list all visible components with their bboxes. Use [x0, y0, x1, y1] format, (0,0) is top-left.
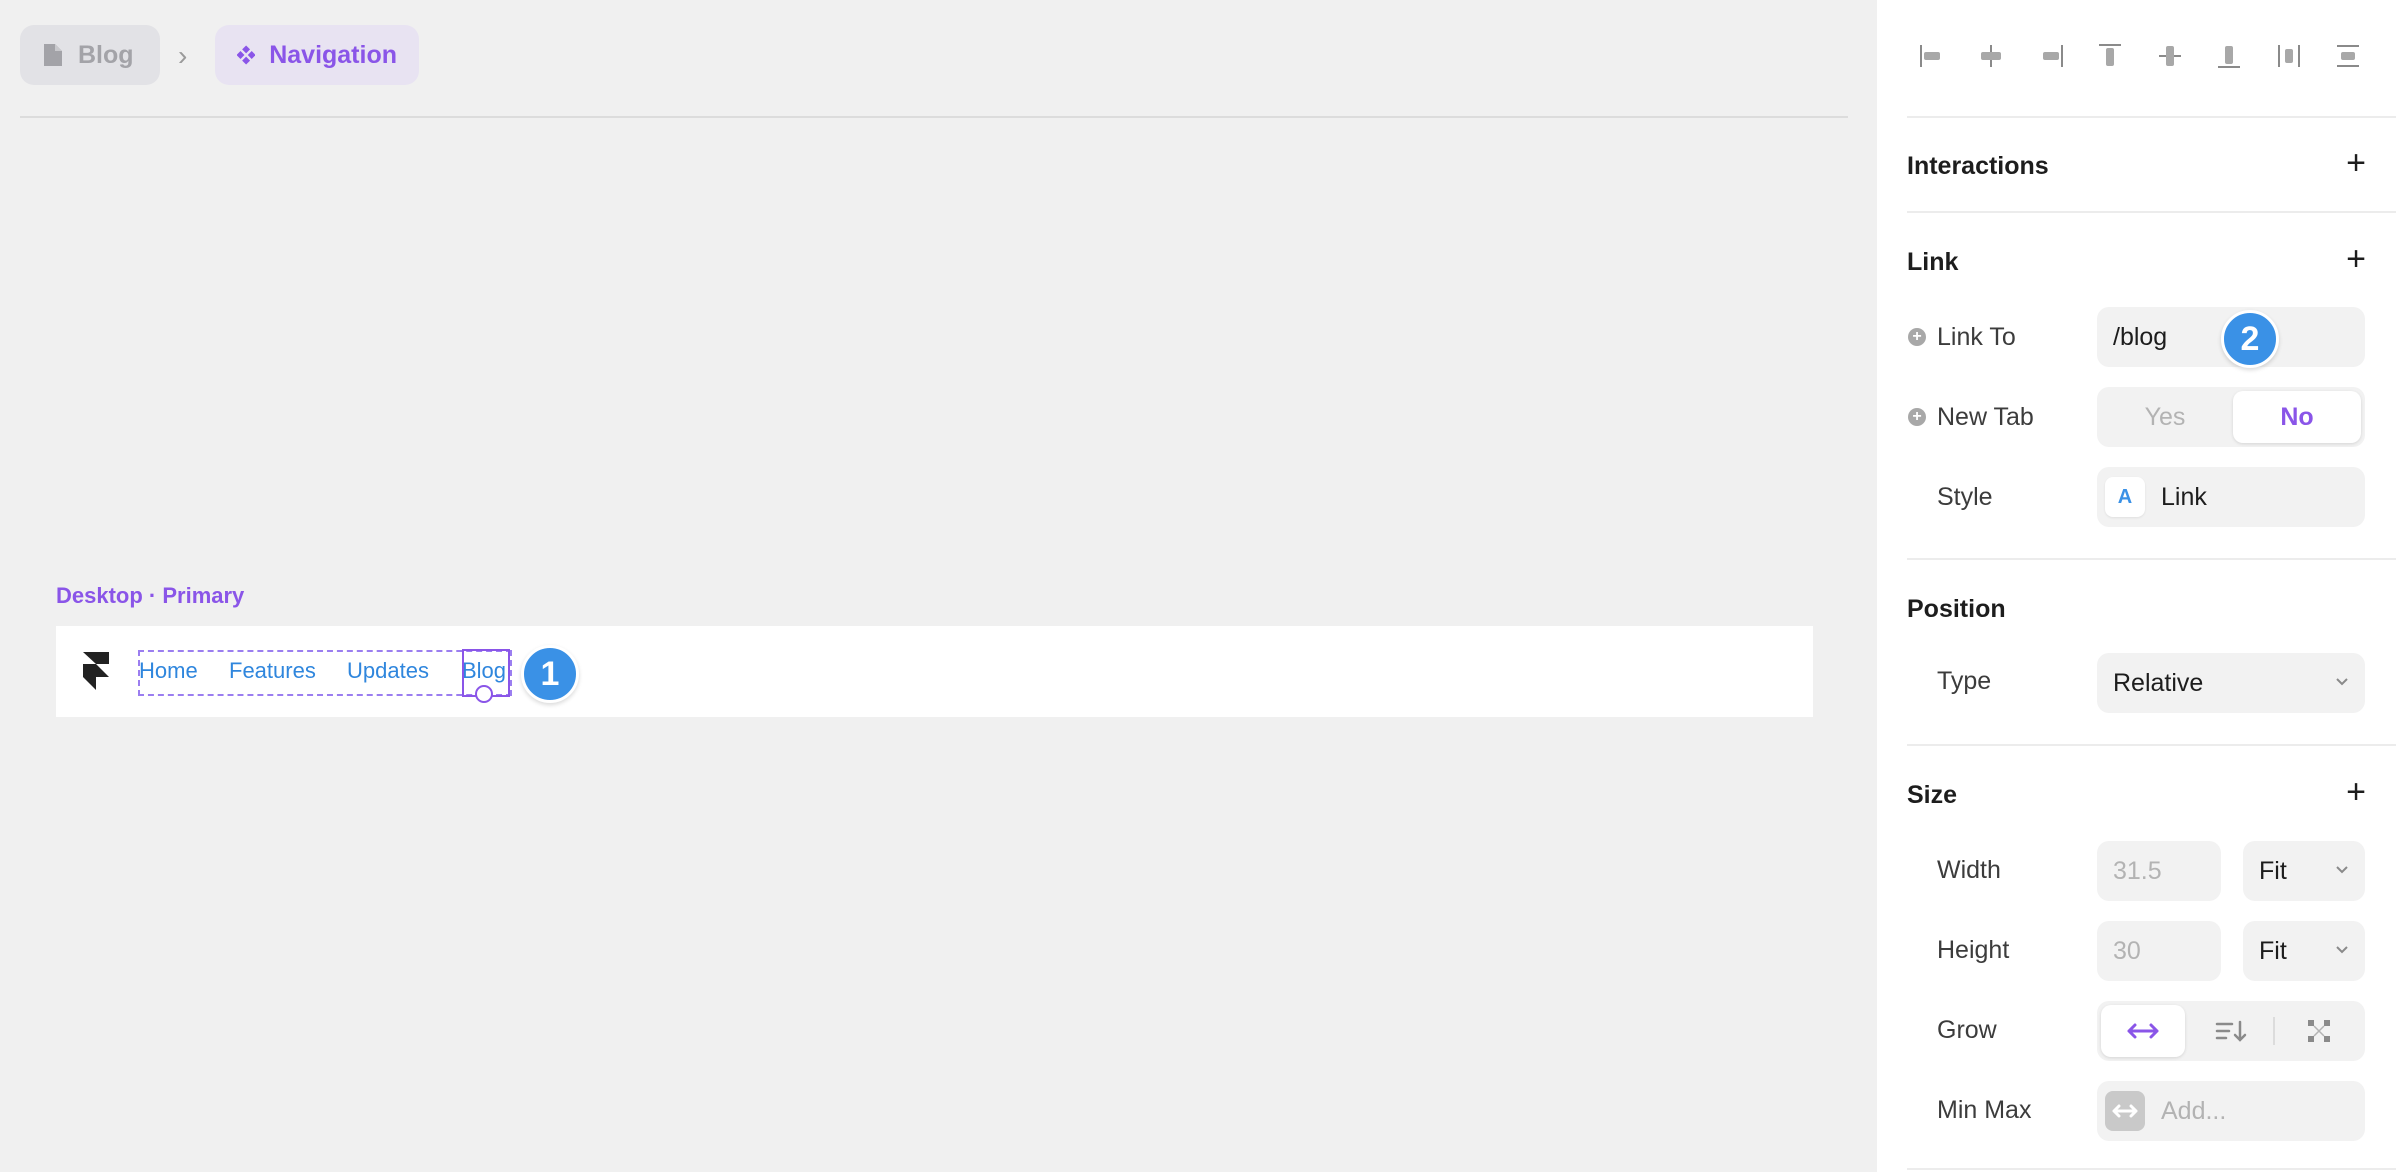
position-type-select[interactable]: Relative	[2097, 653, 2365, 713]
link-to-value: /blog	[2113, 322, 2168, 351]
position-section-title: Position	[1907, 595, 2006, 623]
canvas-divider	[20, 116, 1848, 118]
nav-link-updates[interactable]: Updates	[347, 658, 429, 684]
step-badge-1: 1	[521, 645, 579, 703]
nav-link-features[interactable]: Features	[229, 658, 316, 684]
distribute-horizontal-icon[interactable]	[2272, 39, 2306, 73]
width-mode-select[interactable]: Fit	[2243, 841, 2365, 901]
width-label: Width	[1937, 856, 2001, 884]
breadcrumb-page-blog[interactable]: Blog	[20, 25, 160, 85]
position-type-value: Relative	[2113, 668, 2204, 697]
text-style-icon: A	[2105, 477, 2145, 517]
align-right-icon[interactable]	[2034, 39, 2068, 73]
sort-down-icon	[2215, 1020, 2247, 1042]
add-link-button[interactable]: +	[2346, 242, 2366, 276]
height-label: Height	[1937, 936, 2010, 964]
breadcrumb-chevron-icon: ›	[178, 40, 188, 71]
size-section-title: Size	[1907, 781, 1958, 809]
nav-link-home[interactable]: Home	[139, 658, 198, 684]
min-max-arrows-icon	[2105, 1091, 2145, 1131]
style-select[interactable]: A Link	[2097, 467, 2365, 527]
align-left-icon[interactable]	[1915, 39, 1949, 73]
breadcrumb-component-navigation[interactable]: Navigation	[215, 25, 419, 85]
new-tab-yes-option[interactable]: Yes	[2101, 391, 2229, 443]
width-mode-value: Fit	[2259, 856, 2287, 885]
step-badge-2: 2	[2221, 310, 2279, 368]
new-tab-segmented-control[interactable]: Yes No	[2097, 387, 2365, 447]
align-middle-vertical-icon[interactable]	[2153, 39, 2187, 73]
grow-expand-option[interactable]	[2277, 1005, 2361, 1057]
component-icon	[237, 45, 256, 65]
position-type-label: Type	[1937, 667, 1992, 695]
grow-stack-option[interactable]	[2189, 1005, 2273, 1057]
align-bottom-icon[interactable]	[2212, 39, 2246, 73]
add-variable-icon[interactable]: +	[1908, 328, 1926, 346]
link-to-label: Link To	[1937, 323, 2016, 351]
frame-label[interactable]: Desktop · Primary	[56, 583, 244, 609]
alignment-toolbar	[1915, 36, 2365, 76]
chevron-down-icon	[2336, 678, 2348, 686]
chevron-down-icon	[2336, 866, 2348, 874]
new-tab-label: New Tab	[1937, 403, 2034, 431]
panel-divider	[1907, 211, 2396, 213]
chevron-down-icon	[2336, 946, 2348, 954]
min-max-input[interactable]: Add...	[2097, 1081, 2365, 1141]
align-center-horizontal-icon[interactable]	[1974, 39, 2008, 73]
page-icon	[44, 44, 62, 66]
distribute-vertical-icon[interactable]	[2331, 39, 2365, 73]
breadcrumb-page-label: Blog	[78, 40, 134, 69]
breadcrumb-component-label: Navigation	[269, 40, 397, 69]
width-input[interactable]: 31.5	[2097, 841, 2221, 901]
panel-divider	[1907, 558, 2396, 560]
segment-divider	[2273, 1017, 2275, 1045]
height-value: 30	[2113, 936, 2141, 965]
add-size-button[interactable]: +	[2346, 775, 2366, 809]
panel-divider	[1907, 744, 2396, 746]
grow-segmented-control[interactable]	[2097, 1001, 2365, 1061]
width-value: 31.5	[2113, 856, 2162, 885]
arrows-horizontal-icon	[2127, 1023, 2159, 1039]
add-interaction-button[interactable]: +	[2346, 146, 2366, 180]
align-top-icon[interactable]	[2093, 39, 2127, 73]
panel-divider	[1907, 116, 2396, 118]
style-value: Link	[2161, 482, 2207, 511]
new-tab-no-option[interactable]: No	[2233, 391, 2361, 443]
resize-handle[interactable]	[475, 685, 493, 703]
interactions-section-title: Interactions	[1907, 152, 2049, 180]
min-max-label: Min Max	[1937, 1096, 2032, 1124]
link-section-title: Link	[1907, 248, 1959, 276]
panel-divider	[1907, 1168, 2396, 1170]
height-input[interactable]: 30	[2097, 921, 2221, 981]
min-max-placeholder: Add...	[2161, 1096, 2227, 1125]
grow-horizontal-option[interactable]	[2101, 1005, 2185, 1057]
style-label: Style	[1937, 483, 1993, 511]
properties-panel: Interactions + Link + + Link To /blog + …	[1877, 0, 2396, 1172]
grow-label: Grow	[1937, 1016, 1997, 1044]
expand-corners-icon	[2308, 1020, 2330, 1042]
height-mode-value: Fit	[2259, 936, 2287, 965]
framer-logo-icon	[83, 652, 109, 690]
add-variable-icon[interactable]: +	[1908, 408, 1926, 426]
desktop-primary-frame[interactable]: Home Features Updates Blog	[56, 626, 1813, 717]
canvas[interactable]: Blog › Navigation Desktop · Primary Home…	[0, 0, 1877, 1172]
height-mode-select[interactable]: Fit	[2243, 921, 2365, 981]
